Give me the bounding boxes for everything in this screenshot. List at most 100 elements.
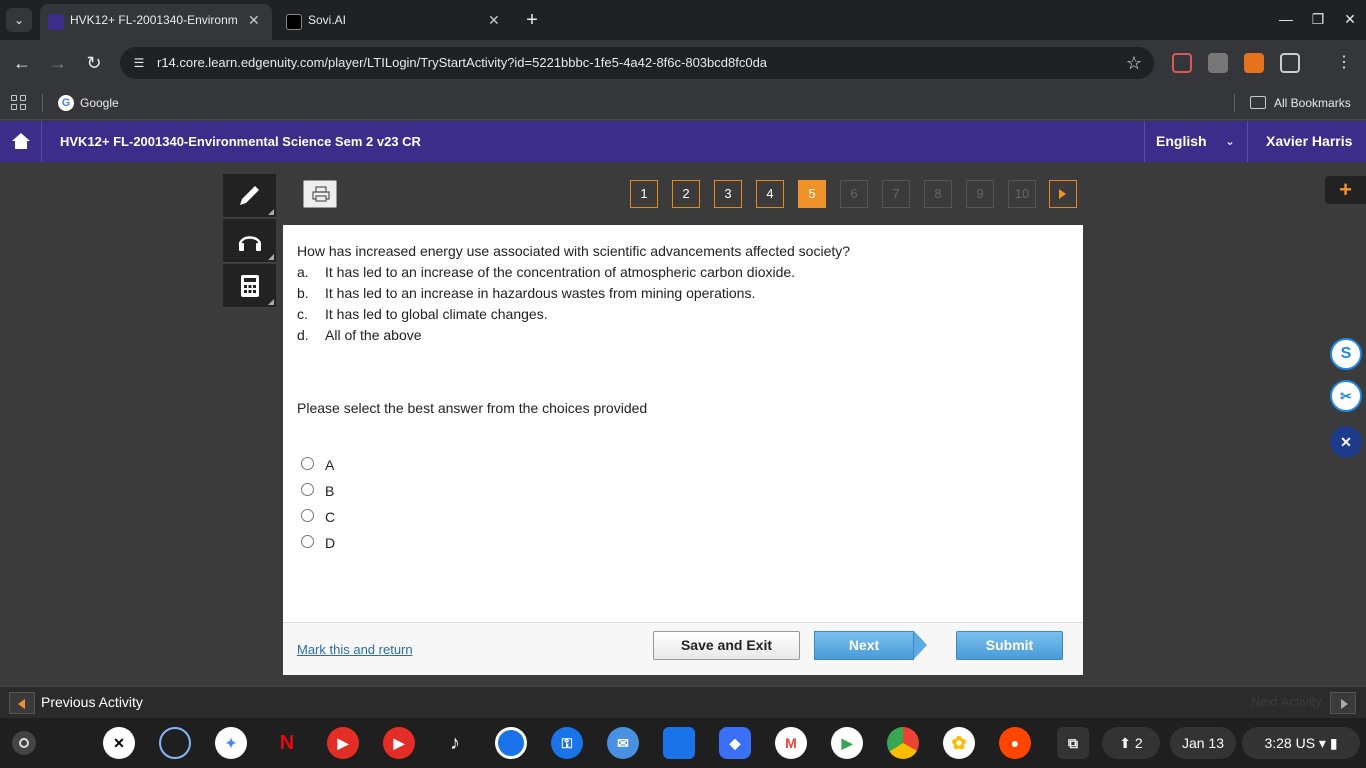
question-text: How has increased energy use associated … [297,243,851,259]
extensions-puzzle-icon[interactable] [1280,53,1300,73]
next-activity-button [1330,692,1356,714]
tab-sovi[interactable]: Sovi.AI ✕ [278,4,512,40]
question-nav-1[interactable]: 1 [630,180,658,208]
folder-icon[interactable] [1250,96,1266,109]
pencil-tool-button[interactable] [223,174,276,218]
choice-letter: d. [297,327,309,343]
question-nav-2[interactable]: 2 [672,180,700,208]
files-app-icon[interactable] [663,727,695,759]
next-question-arrow-button[interactable] [1049,180,1077,208]
question-nav-5[interactable]: 5 [798,180,826,208]
calculator-icon [241,275,259,297]
sovi-favicon-icon [286,14,302,30]
app-header: HVK12+ FL-2001340-Environmental Science … [0,121,1366,162]
radio-d[interactable] [301,535,314,548]
option-label-c[interactable]: C [325,509,335,525]
radio-c[interactable] [301,509,314,522]
next-button[interactable]: Next [814,631,928,660]
language-select[interactable]: English ⌄ [1144,121,1248,162]
save-and-exit-button[interactable]: Save and Exit [653,631,800,660]
launcher-icon[interactable] [12,731,36,755]
previous-activity-button[interactable] [9,692,35,714]
youtube-app-icon[interactable]: ▶ [383,727,415,759]
option-label-d[interactable]: D [325,535,335,551]
close-tab-icon[interactable]: ✕ [248,4,260,36]
headphones-icon [238,236,262,251]
back-icon[interactable]: ← [8,49,36,77]
key-app-icon[interactable]: ⚿ [551,727,583,759]
divider [1234,94,1235,112]
right-arrow-icon [1341,699,1348,709]
choice-letter: b. [297,285,309,301]
site-info-icon[interactable]: ☰ [130,54,148,72]
circle-app-icon[interactable] [495,727,527,759]
fox-extension-icon[interactable] [1244,53,1264,73]
close-tab-icon[interactable]: ✕ [488,4,500,36]
close-window-icon[interactable]: ✕ [1336,6,1364,32]
next-activity-label: Next Activity [1251,694,1322,709]
tote-icon[interactable]: ⧉ [1057,727,1089,759]
forward-icon[interactable]: → [44,49,72,77]
radio-b[interactable] [301,483,314,496]
play-arrow-icon [1059,189,1066,199]
cast-extension-icon[interactable] [1172,53,1192,73]
play-store-app-icon[interactable]: ▶ [831,727,863,759]
choice-text: It has led to an increase of the concent… [325,264,796,280]
kebab-menu-icon[interactable]: ⋮ [1334,53,1354,73]
all-bookmarks[interactable]: All Bookmarks [1274,86,1351,120]
reddit-app-icon[interactable]: ● [999,727,1031,759]
mark-and-return-link[interactable]: Mark this and return [297,642,413,657]
restore-icon[interactable]: ❐ [1304,6,1332,32]
chrome-app-icon[interactable] [887,727,919,759]
s-extension-icon[interactable]: S [1330,338,1362,370]
netflix-app-icon[interactable]: N [271,727,303,759]
tab-edgenuity[interactable]: HVK12+ FL-2001340-Environm ✕ [40,4,272,40]
home-button[interactable] [0,121,42,162]
scissors-icon[interactable]: ✂ [1330,380,1362,412]
date-pill[interactable]: Jan 13 [1170,727,1236,759]
edgenuity-favicon-icon [48,14,64,30]
new-tab-icon[interactable]: + [520,6,544,34]
question-nav-3[interactable]: 3 [714,180,742,208]
choice-text: All of the above [325,327,422,343]
google-icon[interactable]: G [58,95,74,111]
roblox-app-icon[interactable]: ◆ [719,727,751,759]
bookmark-star-icon[interactable]: ☆ [1126,51,1142,75]
option-label-a[interactable]: A [325,457,334,473]
reload-icon[interactable]: ↻ [80,49,108,77]
submit-button[interactable]: Submit [956,631,1063,660]
left-arrow-icon [18,699,25,709]
question-nav-6: 6 [840,180,868,208]
tiktok-app-icon[interactable]: ♪ [439,727,471,759]
bookmark-google[interactable]: Google [80,86,119,120]
option-label-b[interactable]: B [325,483,334,499]
previous-activity-label[interactable]: Previous Activity [41,687,143,717]
user-name[interactable]: Xavier Harris [1266,121,1352,162]
apps-grid-icon[interactable] [11,95,27,111]
print-button[interactable] [303,180,337,208]
next-button-label: Next [814,631,914,660]
notifications-pill[interactable]: ⬆ 2 [1102,727,1160,759]
photos-app-icon[interactable]: ✿ [943,727,975,759]
question-nav-4[interactable]: 4 [756,180,784,208]
address-bar[interactable]: ☰ r14.core.learn.edgenuity.com/player/LT… [120,47,1154,79]
minimize-icon[interactable]: — [1272,6,1300,32]
discord-app-icon[interactable] [159,727,191,759]
status-tray[interactable]: 3:28 US ▾ ▮ [1242,727,1360,759]
add-plus-button[interactable]: + [1325,176,1366,204]
youtube-music-app-icon[interactable]: ▶ [327,727,359,759]
gemini-app-icon[interactable]: ✦ [215,727,247,759]
calculator-tool-button[interactable] [223,264,276,308]
choice-text: It has led to global climate changes. [325,306,548,322]
wifi-icon: ▾ [1318,735,1326,751]
url-text[interactable]: r14.core.learn.edgenuity.com/player/LTIL… [157,47,767,79]
x-extension-icon[interactable]: ✕ [1330,426,1362,458]
password-extension-icon[interactable] [1208,53,1228,73]
tab-search-chevron-icon[interactable]: ⌄ [6,8,32,32]
audio-tool-button[interactable] [223,219,276,263]
mail-app-icon[interactable]: ✉ [607,727,639,759]
capcut-app-icon[interactable]: ✕ [103,727,135,759]
radio-a[interactable] [301,457,314,470]
language-label: English [1156,133,1207,149]
gmail-app-icon[interactable]: M [775,727,807,759]
